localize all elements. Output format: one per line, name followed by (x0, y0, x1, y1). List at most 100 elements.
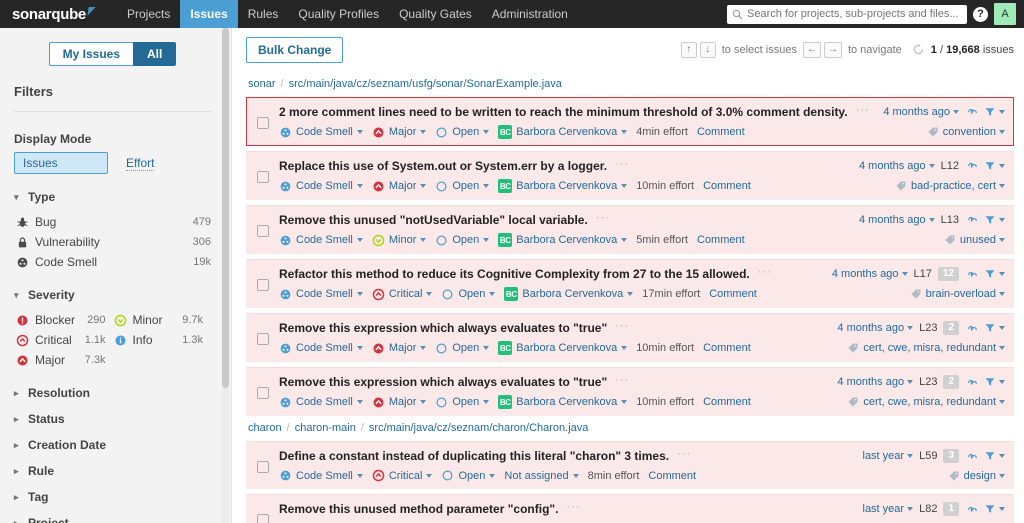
issue-type-dropdown[interactable]: Code Smell (279, 180, 363, 193)
issue-severity-dropdown[interactable]: Major (372, 126, 427, 139)
issue-row[interactable]: Replace this use of System.out or System… (246, 151, 1014, 200)
issue-type-dropdown[interactable]: Code Smell (279, 288, 363, 301)
breadcrumb-file[interactable]: src/main/java/cz/seznam/charon/Charon.ja… (369, 422, 588, 434)
issue-row[interactable]: Remove this expression which always eval… (246, 367, 1014, 416)
facet-item-info[interactable]: Info 1.3k (114, 330, 212, 350)
breadcrumb-project[interactable]: charon (248, 422, 282, 434)
issue-type-dropdown[interactable]: Code Smell (279, 469, 363, 482)
issue-row[interactable]: Remove this unused method parameter "con… (246, 494, 1014, 523)
all-issues-button[interactable]: All (133, 42, 177, 66)
issue-age-dropdown[interactable]: 4 months ago (837, 322, 914, 334)
issue-age-dropdown[interactable]: 4 months ago (837, 376, 914, 388)
issue-flow-badge[interactable]: 12 (937, 267, 959, 281)
breadcrumb-file[interactable]: src/main/java/cz/seznam/usfg/sonar/Sonar… (289, 78, 562, 90)
issue-filter-dropdown[interactable] (984, 268, 1005, 280)
issue-checkbox[interactable] (257, 117, 269, 129)
issue-rule-details-icon[interactable]: ··· (613, 374, 631, 386)
facet-project-header[interactable]: ▸ Project (14, 510, 211, 523)
issue-row[interactable]: Define a constant instead of duplicating… (246, 441, 1014, 489)
issue-title[interactable]: Replace this use of System.out or System… (279, 158, 613, 174)
issue-checkbox[interactable] (257, 225, 269, 237)
issue-age-dropdown[interactable]: last year (863, 450, 914, 462)
issue-assignee-dropdown[interactable]: BC Barbora Cervenkova (498, 179, 628, 193)
issue-title[interactable]: Remove this expression which always eval… (279, 320, 613, 336)
issue-filter-dropdown[interactable] (984, 322, 1005, 334)
issue-type-dropdown[interactable]: Code Smell (279, 396, 363, 409)
issue-flow-badge[interactable]: 3 (943, 449, 959, 463)
issue-status-dropdown[interactable]: Open (435, 234, 490, 247)
issue-checkbox[interactable] (257, 387, 269, 399)
permalink-icon[interactable] (965, 376, 978, 389)
issue-row[interactable]: Remove this unused "notUsedVariable" loc… (246, 205, 1014, 254)
issue-status-dropdown[interactable]: Open (435, 396, 490, 409)
permalink-icon[interactable] (965, 159, 978, 172)
issue-filter-dropdown[interactable] (984, 503, 1005, 515)
issue-title[interactable]: Define a constant instead of duplicating… (279, 448, 675, 464)
issue-tags-dropdown[interactable]: bad-practice, cert (911, 180, 1005, 192)
nav-link-rules[interactable]: Rules (238, 0, 289, 28)
issue-rule-details-icon[interactable]: ··· (594, 212, 612, 224)
issue-severity-dropdown[interactable]: Critical (372, 469, 433, 482)
issue-filter-dropdown[interactable] (984, 160, 1005, 172)
sidebar-scrollbar-thumb[interactable] (222, 28, 229, 388)
facet-item-bug[interactable]: Bug 479 (16, 212, 211, 232)
facet-status-header[interactable]: ▸ Status (14, 406, 211, 432)
issue-tags-dropdown[interactable]: brain-overload (926, 288, 1005, 300)
issue-type-dropdown[interactable]: Code Smell (279, 342, 363, 355)
permalink-icon[interactable] (965, 213, 978, 226)
issue-filter-dropdown[interactable] (984, 376, 1005, 388)
breadcrumb-project[interactable]: sonar (248, 78, 276, 90)
issue-status-dropdown[interactable]: Open (435, 342, 490, 355)
breadcrumb-module[interactable]: charon-main (295, 422, 356, 434)
facet-item-blocker[interactable]: Blocker 290 (16, 310, 114, 330)
facet-item-critical[interactable]: Critical 1.1k (16, 330, 114, 350)
issue-assignee-dropdown[interactable]: BC Barbora Cervenkova (498, 233, 628, 247)
issue-assignee-dropdown[interactable]: Not assigned (504, 470, 579, 482)
issue-rule-details-icon[interactable]: ··· (756, 266, 774, 278)
facet-type-header[interactable]: ▾ Type (14, 184, 211, 210)
issue-filter-dropdown[interactable] (984, 214, 1005, 226)
issue-title[interactable]: Remove this expression which always eval… (279, 374, 613, 390)
facet-creation-date-header[interactable]: ▸ Creation Date (14, 432, 211, 458)
issue-age-dropdown[interactable]: 4 months ago (883, 106, 959, 118)
nav-link-projects[interactable]: Projects (117, 0, 180, 28)
issue-assignee-dropdown[interactable]: BC Barbora Cervenkova (504, 287, 634, 301)
help-button[interactable]: ? (973, 6, 988, 22)
display-mode-effort-option[interactable]: Effort (126, 156, 155, 171)
issue-age-dropdown[interactable]: last year (863, 503, 914, 515)
permalink-icon[interactable] (965, 322, 978, 335)
permalink-icon[interactable] (965, 268, 978, 281)
global-search-box[interactable] (727, 4, 967, 24)
issue-severity-dropdown[interactable]: Major (372, 396, 427, 409)
issue-rule-details-icon[interactable]: ··· (564, 501, 582, 513)
issue-rule-details-icon[interactable]: ··· (854, 104, 872, 116)
issue-status-dropdown[interactable]: Open (441, 288, 496, 301)
issue-checkbox[interactable] (257, 279, 269, 291)
issue-status-dropdown[interactable]: Open (435, 126, 490, 139)
issue-title[interactable]: Remove this unused "notUsedVariable" loc… (279, 212, 594, 228)
facet-rule-header[interactable]: ▸ Rule (14, 458, 211, 484)
facet-severity-header[interactable]: ▾ Severity (14, 282, 211, 308)
sidebar-scrollbar[interactable] (222, 28, 229, 523)
issue-severity-dropdown[interactable]: Minor (372, 234, 427, 247)
issue-flow-badge[interactable]: 1 (943, 502, 959, 516)
issue-checkbox[interactable] (257, 514, 269, 523)
issue-age-dropdown[interactable]: 4 months ago (832, 268, 908, 280)
issue-assignee-dropdown[interactable]: BC Barbora Cervenkova (498, 395, 628, 409)
issue-title[interactable]: Remove this unused method parameter "con… (279, 501, 564, 517)
issue-comment-button[interactable]: Comment (703, 180, 751, 192)
issue-filter-dropdown[interactable] (984, 450, 1005, 462)
issue-filter-dropdown[interactable] (984, 106, 1005, 118)
issue-tags-dropdown[interactable]: unused (960, 234, 1005, 246)
nav-link-issues[interactable]: Issues (180, 0, 238, 28)
display-mode-issues-option[interactable]: Issues (14, 152, 108, 174)
issue-rule-details-icon[interactable]: ··· (613, 320, 631, 332)
issue-age-dropdown[interactable]: 4 months ago (859, 160, 935, 172)
issue-assignee-dropdown[interactable]: BC Barbora Cervenkova (498, 341, 628, 355)
my-issues-button[interactable]: My Issues (48, 42, 134, 66)
issue-comment-button[interactable]: Comment (648, 470, 696, 482)
issue-flow-badge[interactable]: 2 (943, 321, 959, 335)
issue-tags-dropdown[interactable]: convention (943, 126, 1005, 138)
facet-item-major[interactable]: Major 7.3k (16, 350, 114, 370)
user-avatar[interactable]: A (994, 3, 1016, 25)
